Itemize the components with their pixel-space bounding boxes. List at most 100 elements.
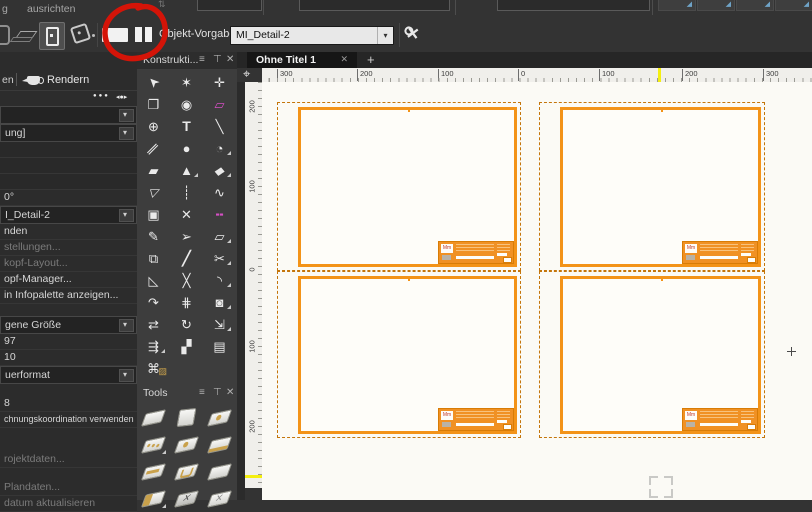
tool-button[interactable]: ⋕ [170, 291, 203, 313]
panel-row[interactable] [0, 428, 137, 440]
title-block[interactable]: Mm [682, 408, 758, 431]
tools-wrench-icon[interactable]: ✕ [405, 23, 421, 45]
tool-button[interactable]: ◆ [203, 159, 236, 181]
panel-row[interactable]: Plandaten... [0, 480, 137, 496]
pager-dots-row[interactable]: ●●● ◂●▸ [0, 90, 137, 107]
panel-row[interactable] [0, 106, 137, 124]
panel-row[interactable]: in Infopalette anzeigen... [0, 288, 137, 304]
tool-button[interactable]: ▱ [203, 93, 236, 115]
tool-button[interactable]: ✶ [170, 71, 203, 93]
tool-button[interactable]: ◙ [203, 291, 236, 313]
panel-row[interactable]: uerformat [0, 366, 137, 384]
panel-row[interactable]: nden [0, 224, 137, 240]
tool-button[interactable]: ∥ [137, 137, 170, 159]
tool-button[interactable]: ╳ [170, 269, 203, 291]
panel-row[interactable]: 0° [0, 190, 137, 206]
tool-button[interactable] [203, 431, 236, 458]
align-button[interactable]: ◢ [736, 0, 774, 11]
panel-row[interactable]: stellungen... [0, 240, 137, 256]
tool-button[interactable] [203, 458, 236, 485]
sheet-page-border[interactable]: Mm [539, 102, 765, 271]
tool-button[interactable] [170, 404, 203, 431]
tool-button[interactable]: ⇄ [137, 313, 170, 335]
drawing-canvas[interactable]: Mm Mm [262, 82, 812, 500]
panel-row[interactable]: 10 [0, 350, 137, 366]
align-button[interactable]: ◢ [697, 0, 735, 11]
sheet-frame[interactable]: Mm [298, 107, 517, 267]
tool-button[interactable]: ⇶ [137, 335, 170, 357]
tab-fragment[interactable]: en [2, 74, 14, 86]
tool-button[interactable] [203, 404, 236, 431]
active-mode-button[interactable] [39, 22, 65, 50]
toolbar-input[interactable] [497, 0, 650, 11]
sheet-frame[interactable]: Mm [298, 276, 517, 434]
tool-button[interactable]: ❐ [137, 93, 170, 115]
tool-button[interactable]: ╲ [203, 115, 236, 137]
sheet-frame[interactable]: Mm [560, 276, 761, 434]
tool-button[interactable]: ◝ [203, 269, 236, 291]
tool-button[interactable]: ∿ [203, 181, 236, 203]
close-icon[interactable]: ✕ [226, 54, 234, 65]
tool-button[interactable] [137, 404, 170, 431]
tool-button[interactable]: ▽ [137, 181, 170, 203]
panel-row[interactable]: gene Größe [0, 316, 137, 334]
tool-button[interactable]: ◉ [170, 93, 203, 115]
panel-row[interactable]: 8 [0, 396, 137, 412]
chevron-down-icon[interactable] [119, 319, 134, 332]
menu-icon[interactable]: ≡ [199, 54, 205, 65]
panel-row[interactable]: datum aktualisieren [0, 496, 137, 512]
tool-button[interactable] [170, 485, 203, 512]
tool-button[interactable]: ● [170, 137, 203, 159]
tool-button[interactable]: ➢ [170, 225, 203, 247]
tool-button[interactable]: ╍ [203, 203, 236, 225]
panel-row[interactable] [0, 158, 137, 174]
menu-item-ausrichten[interactable]: ausrichten [27, 3, 75, 15]
title-block[interactable]: Mm [682, 241, 758, 264]
sheet-frame[interactable]: Mm [560, 107, 761, 267]
tool-button[interactable]: ▤ [203, 335, 236, 357]
close-icon[interactable]: ✕ [340, 54, 348, 65]
tool-button[interactable]: ⊕ [137, 115, 170, 137]
tool-button[interactable]: ⇲ [203, 313, 236, 335]
chevron-down-icon[interactable] [119, 109, 134, 122]
panel-row[interactable]: opf-Manager... [0, 272, 137, 288]
new-tab-button[interactable]: + [367, 52, 375, 67]
tool-button[interactable] [203, 485, 236, 512]
tools-header[interactable]: Tools ≡ ⊤ ✕ [137, 385, 237, 402]
render-tab-row[interactable]: en Rendern [0, 70, 137, 91]
tool-button[interactable]: ┊ [170, 181, 203, 203]
toolbar-input[interactable] [197, 0, 262, 11]
tool-button[interactable] [137, 431, 170, 458]
tool-button[interactable]: ▣ [137, 203, 170, 225]
render-tab-label[interactable]: Rendern [47, 74, 89, 86]
close-icon[interactable]: ✕ [226, 387, 234, 398]
tool-button[interactable]: ⌘ [137, 357, 170, 379]
two-page-mode-button[interactable] [135, 27, 142, 42]
tool-button[interactable]: ▰ [137, 159, 170, 181]
tool-button[interactable]: ▲ [170, 159, 203, 181]
tool-button[interactable]: ◔ [203, 137, 236, 159]
tool-button[interactable]: ◺ [137, 269, 170, 291]
panel-row[interactable] [0, 384, 137, 396]
toolbar-input[interactable] [299, 0, 450, 11]
tool-button[interactable]: ✛ [203, 71, 236, 93]
stamp-tool-icon[interactable] [70, 23, 91, 44]
tab-ohne-titel-1[interactable]: Ohne Titel 1 ✕ [247, 52, 357, 69]
tool-button[interactable]: ↷ [137, 291, 170, 313]
panel-row[interactable]: kopf-Layout... [0, 256, 137, 272]
object-default-dropdown[interactable]: MI_Detail-2 ▾ [230, 26, 394, 45]
panel-row[interactable] [0, 440, 137, 452]
panel-row[interactable]: 97 [0, 334, 137, 350]
tool-button[interactable]: ✂ [203, 247, 236, 269]
sheet-page-border[interactable]: Mm [277, 102, 521, 271]
align-button[interactable]: ◢ [775, 0, 812, 11]
panel-row[interactable] [0, 468, 137, 480]
align-button[interactable]: ◢ [658, 0, 696, 11]
tool-button[interactable] [170, 431, 203, 458]
pin-icon[interactable]: ⊤ [213, 54, 222, 65]
panel-row[interactable] [0, 142, 137, 158]
panel-row[interactable]: rojektdaten... [0, 452, 137, 468]
tool-button[interactable]: ⧉ [137, 247, 170, 269]
sheet-page-border[interactable]: Mm [539, 271, 765, 438]
chevron-down-icon[interactable]: ▾ [377, 27, 393, 44]
